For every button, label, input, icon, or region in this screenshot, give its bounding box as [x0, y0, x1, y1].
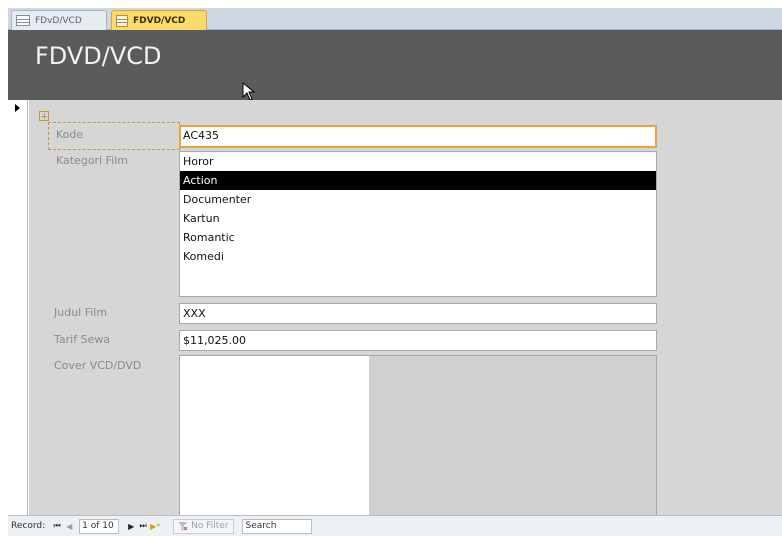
tarif-sewa-field[interactable]: $11,025.00: [179, 330, 657, 351]
first-record-button[interactable]: ⏮: [51, 519, 63, 533]
record-selector[interactable]: [8, 100, 28, 515]
form-header: FDVD/VCD: [8, 30, 782, 101]
next-record-button[interactable]: ▶: [125, 519, 137, 533]
kategori-film-listbox[interactable]: Horor Action Documenter Kartun Romantic …: [179, 151, 657, 297]
funnel-icon: [178, 521, 188, 531]
form-icon: [116, 14, 128, 27]
kode-label: Kode: [56, 128, 84, 141]
list-item[interactable]: Romantic: [180, 228, 656, 247]
filter-label: No Filter: [191, 521, 229, 531]
access-form-window: FDvD/VCD FDVD/VCD FDVD/VCD Kode AC435 Ka…: [0, 0, 782, 536]
form-detail: Kode AC435 Kategori Film Horor Action Do…: [29, 100, 782, 516]
record-label: Record:: [11, 521, 46, 531]
tab-form-fdvd-vcd[interactable]: FDVD/VCD: [111, 10, 207, 30]
table-icon: [16, 15, 30, 26]
list-item[interactable]: Kartun: [180, 209, 656, 228]
list-item[interactable]: Horor: [180, 152, 656, 171]
document-tabs: FDvD/VCD FDVD/VCD: [8, 8, 782, 30]
judul-film-field[interactable]: XXX: [179, 303, 657, 324]
tab-label: FDvD/VCD: [35, 15, 82, 26]
layout-move-handle-icon[interactable]: [39, 111, 49, 121]
previous-record-button[interactable]: ◀: [63, 519, 75, 533]
new-record-button[interactable]: ▶*: [149, 519, 161, 533]
judul-film-label: Judul Film: [54, 306, 108, 319]
tarif-sewa-label: Tarif Sewa: [54, 333, 111, 346]
kode-field[interactable]: AC435: [179, 125, 657, 148]
filter-toggle-button[interactable]: No Filter: [173, 518, 234, 534]
list-item[interactable]: Komedi: [180, 247, 656, 266]
cover-image: [180, 356, 369, 516]
list-item-selected[interactable]: Action: [180, 171, 656, 190]
cover-image-frame[interactable]: [179, 355, 657, 516]
list-item[interactable]: Documenter: [180, 190, 656, 209]
current-record-field[interactable]: 1 of 10: [79, 518, 120, 534]
kategori-film-label: Kategori Film: [56, 154, 128, 167]
search-input[interactable]: Search: [241, 518, 312, 534]
tab-label: FDVD/VCD: [133, 15, 186, 26]
record-navigation-bar: Record: ⏮ ◀ 1 of 10 ▶ ⏭ ▶* No Filter Sea…: [8, 515, 782, 536]
form-title: FDVD/VCD: [35, 42, 162, 70]
mouse-pointer-icon: [242, 82, 256, 101]
last-record-button[interactable]: ⏭: [137, 519, 149, 533]
cover-label: Cover VCD/DVD: [54, 359, 142, 372]
tab-table-fdvd-vcd[interactable]: FDvD/VCD: [11, 10, 107, 30]
current-record-arrow-icon: [15, 104, 20, 112]
